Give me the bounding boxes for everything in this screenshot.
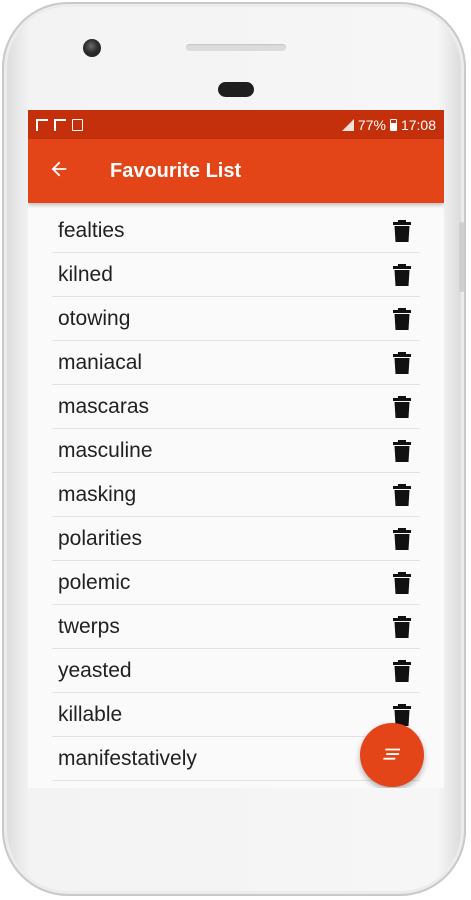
power-button — [459, 222, 464, 292]
list-item-word: masculine — [58, 438, 153, 462]
battery-icon — [389, 118, 397, 131]
list-item[interactable]: kilned — [52, 253, 420, 297]
trash-icon[interactable] — [390, 307, 414, 331]
favourite-list: fealties kilned otowing maniacal mascaras mas… — [28, 203, 444, 781]
list-item-word: polarities — [58, 526, 143, 550]
battery-percent: 77% — [357, 116, 386, 133]
trash-icon[interactable] — [390, 219, 414, 243]
arrow-left-icon-glyph — [51, 161, 67, 176]
list-item-word: twerps — [58, 614, 120, 638]
notification-icon — [72, 118, 83, 131]
trash-icon[interactable] — [390, 263, 414, 287]
trash-icon[interactable] — [390, 483, 414, 507]
trash-icon[interactable] — [390, 439, 414, 463]
list-item[interactable]: polarities — [52, 517, 420, 561]
trash-icon[interactable] — [390, 615, 414, 639]
status-bar: 77% 17:08 — [28, 110, 444, 139]
list-item[interactable]: polemic — [52, 561, 420, 605]
list-item-word: killable — [58, 702, 123, 726]
list-item[interactable]: killable — [52, 693, 420, 737]
phone-frame: 77% 17:08 Favourite List fealties kilned o… — [2, 2, 466, 896]
trash-icon[interactable] — [390, 659, 414, 683]
list-item[interactable]: otowing — [52, 297, 420, 341]
front-camera — [83, 39, 101, 57]
clock: 17:08 — [400, 116, 436, 133]
signal-icon — [341, 118, 354, 131]
list-item-word: polemic — [58, 570, 131, 594]
list-item-word: maniacal — [58, 350, 143, 374]
app-bar: Favourite List — [28, 139, 444, 203]
trash-icon[interactable] — [390, 395, 414, 419]
flipboard-icon — [36, 118, 48, 131]
list-item[interactable]: masculine — [52, 429, 420, 473]
fab-button[interactable] — [360, 723, 424, 787]
list-item-word: kilned — [58, 262, 113, 286]
earpiece-speaker — [186, 44, 286, 51]
trash-icon[interactable] — [390, 527, 414, 551]
list-item-word: otowing — [58, 306, 131, 330]
list-item[interactable]: fealties — [52, 209, 420, 253]
list-item[interactable]: yeasted — [52, 649, 420, 693]
list-item-word: fealties — [58, 218, 125, 242]
proximity-sensor — [218, 82, 254, 97]
arrow-left-icon[interactable] — [28, 158, 84, 185]
trash-icon[interactable] — [390, 351, 414, 375]
list-item[interactable]: twerps — [52, 605, 420, 649]
list-item-word: masking — [58, 482, 137, 506]
list-item-word: mascaras — [58, 394, 150, 418]
list-item[interactable]: masking — [52, 473, 420, 517]
list-item[interactable]: maniacal — [52, 341, 420, 385]
trash-icon[interactable] — [390, 571, 414, 595]
list-item[interactable]: mascaras — [52, 385, 420, 429]
notification-icons — [36, 118, 83, 131]
screen: 77% 17:08 Favourite List fealties kilned o… — [28, 110, 444, 788]
flipboard-icon — [54, 118, 66, 131]
list-item-word: yeasted — [58, 658, 132, 682]
list-item-word: manifestatively — [58, 746, 197, 770]
page-title: Favourite List — [110, 159, 242, 182]
system-icons: 77% 17:08 — [341, 116, 436, 133]
notes-icon — [383, 748, 401, 760]
